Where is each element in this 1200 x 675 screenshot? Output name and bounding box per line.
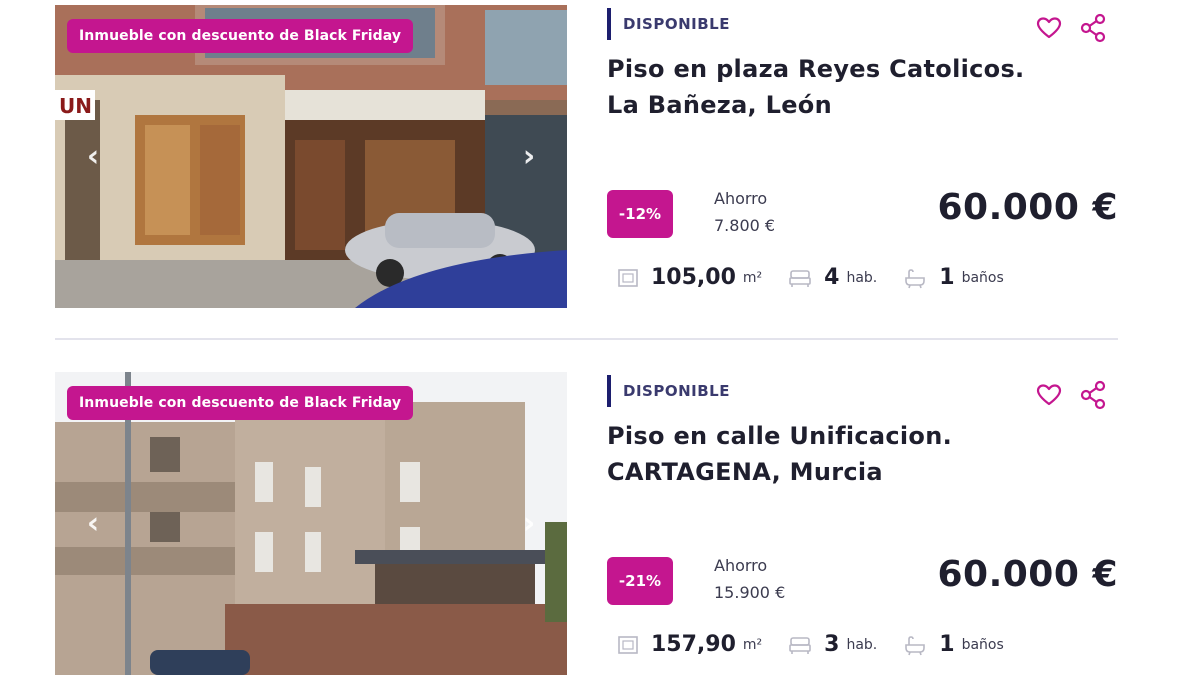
- listing-divider: [55, 338, 1118, 340]
- discount-badge: -12%: [607, 190, 673, 238]
- chevron-left-icon[interactable]: ‹: [79, 504, 107, 544]
- listing-photo[interactable]: Inmueble con descuento de Black Friday ‹…: [55, 372, 567, 675]
- listing-info: DISPONIBLE Piso en plaza Reyes Catolicos…: [607, 5, 1118, 308]
- baths-unit: baños: [961, 269, 1004, 286]
- black-friday-badge: Inmueble con descuento de Black Friday: [67, 19, 414, 53]
- area-value: 105,00: [651, 265, 736, 290]
- listing-actions: [1034, 13, 1108, 43]
- area-feature: 105,00 m²: [617, 265, 762, 290]
- baths-feature: 1 baños: [903, 632, 1004, 657]
- black-friday-badge: Inmueble con descuento de Black Friday: [67, 386, 414, 420]
- area-icon: [618, 268, 638, 287]
- price: 60.000 €: [937, 554, 1118, 595]
- listing-title[interactable]: Piso en calle Unificacion. CARTAGENA, Mu…: [607, 418, 1067, 490]
- rooms-feature: 3 hab.: [788, 632, 877, 657]
- listing-card[interactable]: Inmueble con descuento de Black Friday ‹…: [55, 372, 1118, 675]
- listing-card[interactable]: UN Inmueble con descuento de Black Frida…: [55, 5, 1118, 310]
- listing-photo[interactable]: UN Inmueble con descuento de Black Frida…: [55, 5, 567, 308]
- title-line-1: Piso en plaza Reyes Catolicos.: [607, 55, 1025, 83]
- rooms-unit: hab.: [846, 269, 878, 286]
- price: 60.000 €: [937, 187, 1118, 228]
- rooms-feature: 4 hab.: [788, 265, 877, 290]
- status-badge: DISPONIBLE: [607, 8, 730, 40]
- chevron-right-icon[interactable]: ›: [515, 137, 543, 177]
- bath-icon: [905, 268, 926, 288]
- chevron-left-icon[interactable]: ‹: [79, 137, 107, 177]
- baths-unit: baños: [961, 636, 1004, 653]
- rooms-unit: hab.: [846, 636, 878, 653]
- area-feature: 157,90 m²: [617, 632, 762, 657]
- heart-icon[interactable]: [1034, 380, 1064, 410]
- heart-icon[interactable]: [1034, 13, 1064, 43]
- savings-value: 15.900 €: [714, 583, 786, 602]
- share-icon[interactable]: [1078, 13, 1108, 43]
- bed-icon: [789, 269, 811, 287]
- savings-label: Ahorro: [714, 189, 768, 208]
- area-icon: [618, 635, 638, 654]
- area-value: 157,90: [651, 632, 736, 657]
- area-unit: m²: [742, 636, 763, 653]
- title-line-2: La Bañeza, León: [607, 91, 832, 119]
- savings-label: Ahorro: [714, 556, 768, 575]
- listing-actions: [1034, 380, 1108, 410]
- bed-icon: [789, 636, 811, 654]
- features-row: 105,00 m² 4 hab. 1 baños: [617, 265, 1030, 290]
- rooms-value: 4: [824, 265, 840, 290]
- chevron-right-icon[interactable]: ›: [515, 504, 543, 544]
- listing-title[interactable]: Piso en plaza Reyes Catolicos. La Bañeza…: [607, 51, 1067, 123]
- baths-value: 1: [939, 265, 955, 290]
- title-line-1: Piso en calle Unificacion.: [607, 422, 953, 450]
- bath-icon: [905, 635, 926, 655]
- baths-value: 1: [939, 632, 955, 657]
- features-row: 157,90 m² 3 hab. 1 baños: [617, 632, 1030, 657]
- title-line-2: CARTAGENA, Murcia: [607, 458, 883, 486]
- baths-feature: 1 baños: [903, 265, 1004, 290]
- svg-text:UN: UN: [59, 94, 92, 118]
- savings-value: 7.800 €: [714, 216, 776, 235]
- listing-info: DISPONIBLE Piso en calle Unificacion. CA…: [607, 372, 1118, 675]
- area-unit: m²: [742, 269, 763, 286]
- discount-badge: -21%: [607, 557, 673, 605]
- status-badge: DISPONIBLE: [607, 375, 730, 407]
- share-icon[interactable]: [1078, 380, 1108, 410]
- rooms-value: 3: [824, 632, 840, 657]
